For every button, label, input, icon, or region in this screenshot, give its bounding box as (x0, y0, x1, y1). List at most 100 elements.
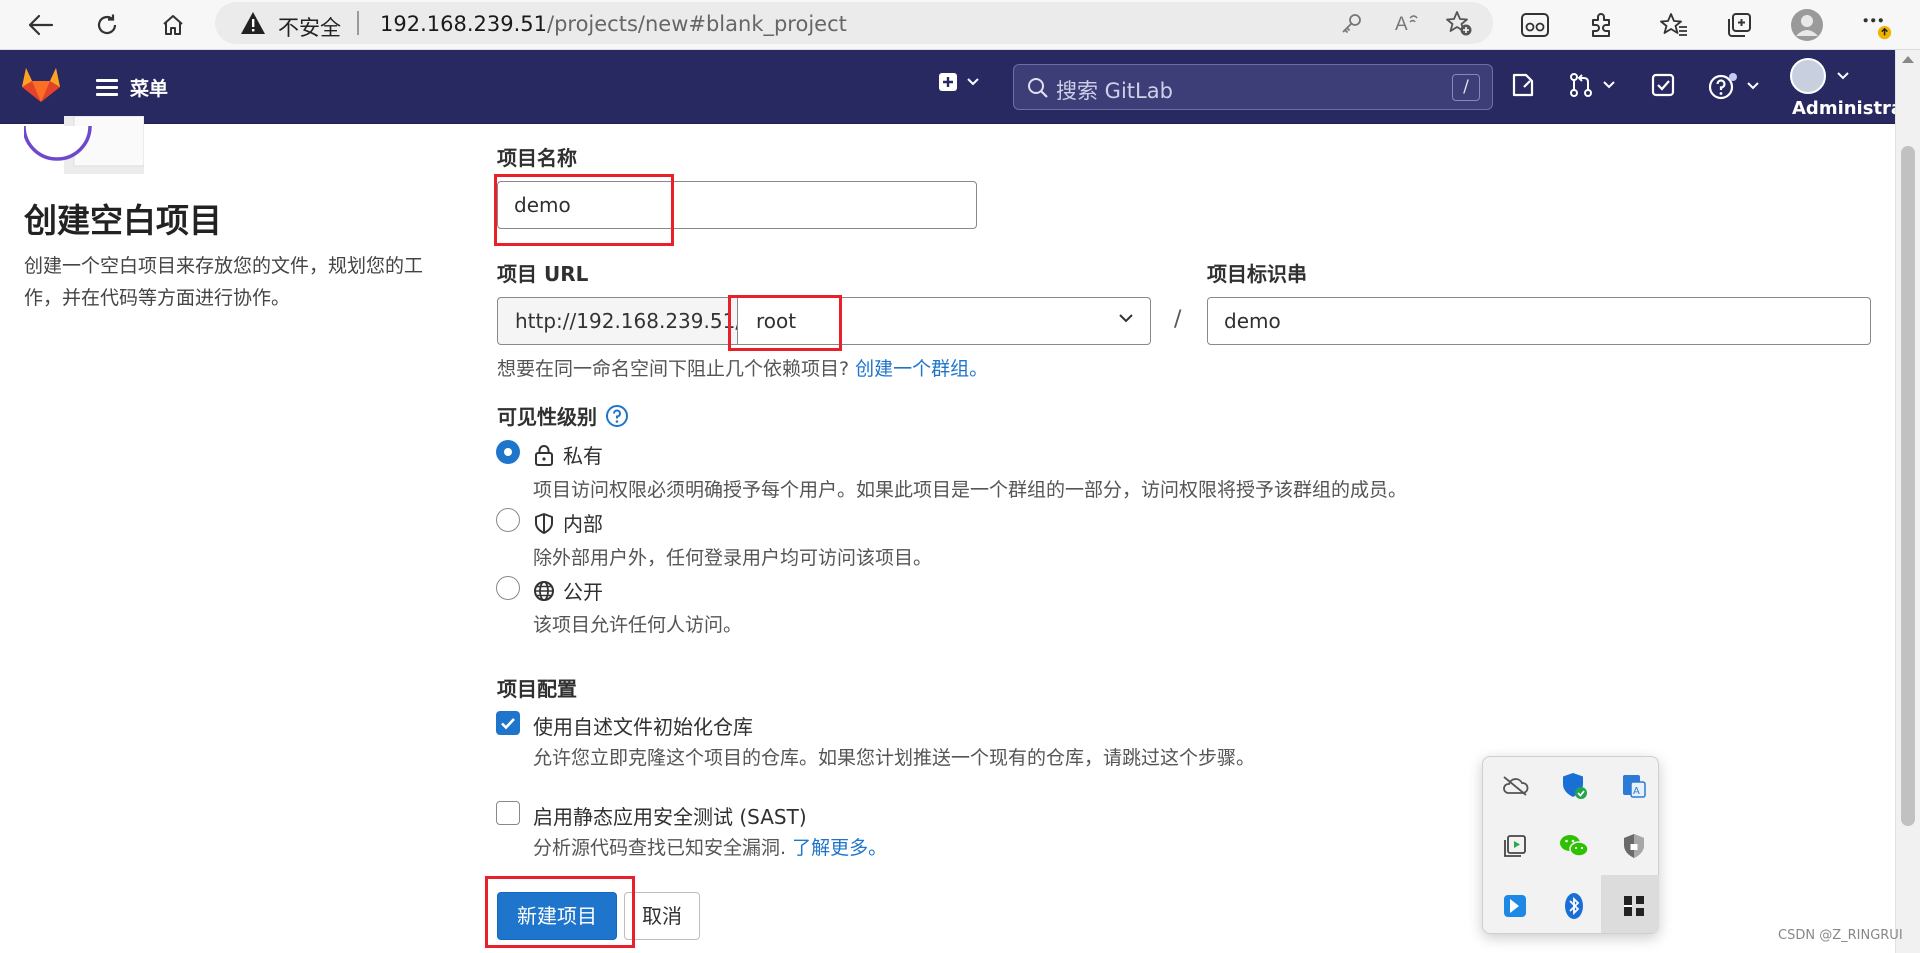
menu-label: 菜单 (130, 78, 169, 100)
add-favorite-icon[interactable] (1445, 9, 1473, 41)
page-description: 创建一个空白项目来存放您的文件，规划您的工作，并在代码等方面进行协作。 (24, 255, 424, 309)
merge-requests-button[interactable] (1568, 72, 1616, 98)
defender-icon[interactable] (1557, 769, 1591, 803)
url-prefix: http://192.168.239.51/ (497, 297, 742, 345)
bluetooth-icon[interactable] (1557, 889, 1591, 923)
todo-check-icon (1651, 73, 1675, 97)
project-slug-input[interactable]: demo (1207, 297, 1871, 345)
visibility-internal-option[interactable]: 内部 (533, 508, 603, 537)
wechat-icon[interactable] (1557, 829, 1591, 863)
visibility-internal-label: 内部 (563, 512, 603, 536)
create-group-link[interactable]: 创建一个群组。 (855, 358, 988, 380)
project-slug-label: 项目标识串 (1207, 262, 1307, 286)
search-shortcut-badge: / (1452, 74, 1480, 101)
address-divider (357, 11, 359, 35)
project-url-label: 项目 URL (497, 262, 589, 286)
visibility-private-desc: 项目访问权限必须明确授予每个用户。如果此项目是一个群组的一部分，访问权限将授予该… (533, 479, 1408, 501)
todos-button[interactable] (1650, 72, 1676, 98)
visibility-internal-desc: 除外部用户外，任何登录用户均可访问该项目。 (533, 547, 933, 569)
lock-icon (535, 444, 553, 466)
visibility-public-radio[interactable] (496, 576, 520, 600)
visibility-private-label: 私有 (563, 444, 603, 468)
init-readme-checkbox[interactable] (496, 711, 520, 735)
page-title: 创建空白项目 (24, 201, 222, 240)
cancel-button[interactable]: 取消 (624, 892, 700, 940)
hamburger-icon (96, 75, 118, 100)
visibility-label: 可见性级别 (497, 405, 597, 429)
address-bar[interactable]: 不安全 192.168.239.51/projects/new#blank_pr… (215, 2, 1493, 44)
gitlab-logo-icon[interactable] (20, 64, 62, 108)
screen-record-icon[interactable] (1498, 829, 1532, 863)
visibility-private-option[interactable]: 私有 (533, 440, 603, 469)
path-separator: / (1174, 307, 1182, 332)
search-input[interactable]: 搜索 GitLab / (1013, 64, 1493, 110)
question-icon[interactable] (605, 404, 629, 428)
home-icon[interactable] (156, 8, 190, 42)
globe-icon (534, 580, 554, 601)
init-readme-desc: 允许您立即克隆这个项目的仓库。如果您计划推送一个现有的仓库，请跳过这个步骤。 (533, 747, 1256, 769)
visibility-public-desc: 该项目允许任何人访问。 (533, 614, 743, 636)
search-icon (1026, 76, 1050, 104)
reload-icon[interactable] (90, 8, 124, 42)
profile-icon[interactable] (1790, 8, 1824, 42)
browser-toolbar: 不安全 192.168.239.51/projects/new#blank_pr… (0, 0, 1920, 50)
chevron-down-icon (1837, 72, 1849, 80)
search-placeholder: 搜索 GitLab (1056, 79, 1173, 103)
scroll-up-arrow[interactable] (1902, 56, 1914, 63)
back-icon[interactable] (24, 8, 58, 42)
highlight-box (485, 876, 635, 948)
issues-icon (1512, 73, 1534, 97)
sast-desc-row: 分析源代码查找已知安全漏洞. 了解更多。 (533, 833, 887, 860)
shield-icon (535, 512, 553, 534)
svg-text:A: A (1633, 786, 1640, 797)
gitlab-header: 菜单 搜索 GitLab / Administrator (0, 50, 1895, 124)
visibility-private-radio[interactable] (496, 440, 520, 464)
learn-more-link[interactable]: 了解更多。 (792, 837, 887, 859)
favorites-icon[interactable] (1657, 8, 1691, 42)
new-dropdown-button[interactable] (938, 72, 980, 92)
svg-text:A: A (1395, 14, 1408, 35)
read-aloud-icon[interactable]: A (1393, 10, 1419, 40)
page-scrollbar[interactable] (1895, 50, 1920, 953)
merge-request-icon (1570, 73, 1592, 97)
feishu-icon[interactable] (1498, 889, 1532, 923)
chevron-down-icon (1603, 81, 1615, 89)
sast-label[interactable]: 启用静态应用安全测试 (SAST) (533, 801, 807, 830)
project-name-label: 项目名称 (497, 146, 577, 170)
init-readme-label[interactable]: 使用自述文件初始化仓库 (533, 711, 753, 740)
key-icon[interactable] (1340, 11, 1364, 39)
visibility-internal-radio[interactable] (496, 508, 520, 532)
insecure-label[interactable]: 不安全 (278, 12, 341, 42)
security-shield-icon[interactable] (1617, 829, 1651, 863)
scroll-thumb[interactable] (1901, 146, 1915, 826)
project-config-label: 项目配置 (497, 677, 577, 701)
app-grid-icon[interactable] (1617, 889, 1651, 923)
sast-checkbox[interactable] (496, 801, 520, 825)
onedrive-offline-icon[interactable] (1498, 769, 1532, 803)
watermark: CSDN @Z_RINGRUI (1778, 928, 1903, 943)
visibility-public-option[interactable]: 公开 (533, 576, 603, 605)
user-menu-button[interactable] (1790, 58, 1850, 94)
help-icon (1708, 73, 1737, 100)
user-name: Administrator (1792, 98, 1895, 119)
url-host: 192.168.239.51 (380, 12, 547, 36)
url-path: /projects/new#blank_project (547, 12, 847, 36)
help-button[interactable] (1708, 72, 1760, 100)
highlight-box (494, 174, 674, 246)
url-text[interactable]: 192.168.239.51/projects/new#blank_projec… (380, 12, 847, 36)
system-tray-overflow: A (1482, 756, 1659, 934)
extensions-icon[interactable] (1584, 8, 1618, 42)
plus-square-icon (939, 73, 957, 91)
blank-project-illustration-icon (22, 115, 145, 180)
issues-button[interactable] (1510, 72, 1536, 98)
chevron-down-icon (967, 78, 979, 86)
main-menu-button[interactable]: 菜单 (96, 74, 168, 101)
chevron-down-icon (1119, 314, 1133, 323)
collections-icon[interactable] (1722, 8, 1756, 42)
settings-more-icon[interactable] (1860, 8, 1894, 42)
translator-icon[interactable]: A (1617, 769, 1651, 803)
warning-icon (240, 11, 266, 39)
highlight-box (728, 295, 842, 351)
reading-view-icon[interactable] (1518, 8, 1552, 42)
group-help: 想要在同一命名空间下阻止几个依赖项目? 创建一个群组。 (497, 354, 988, 381)
